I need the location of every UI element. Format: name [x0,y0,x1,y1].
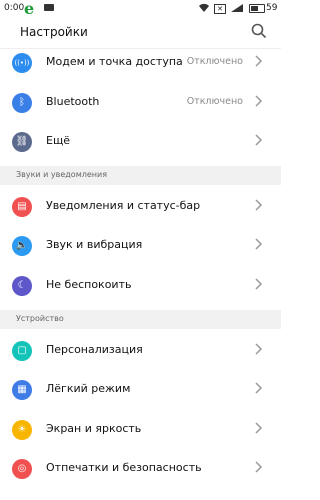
brightness-icon: ☀ [12,420,32,440]
chevron-right-icon [253,420,263,436]
settings-row-easy-mode[interactable]: ▦ Лёгкий режим [0,370,281,410]
personalization-icon: ▢ [12,341,32,361]
bluetooth-icon: ᛒ [12,93,32,113]
row-label: Отпечатки и безопасность [46,461,202,474]
battery-icon [249,4,265,13]
notifications-icon: ▤ [12,197,32,217]
chevron-right-icon [253,380,263,396]
chevron-right-icon [253,276,263,292]
settings-row-display[interactable]: ☀ Экран и яркость [0,410,281,450]
row-label: Не беспокоить [46,278,132,291]
chevron-right-icon [253,341,263,357]
settings-row-personalization[interactable]: ▢ Персонализация [0,331,281,371]
row-label: Модем и точка доступа [46,55,183,68]
e-logo-icon: e [24,0,35,18]
row-label: Экран и яркость [46,422,142,435]
chevron-right-icon [253,197,263,213]
battery-level: 59 [266,3,278,13]
settings-row-notifications[interactable]: ▤ Уведомления и статус-бар [0,187,281,227]
settings-row-bluetooth[interactable]: ᛒ Bluetooth Отключено [0,83,281,123]
status-bar: 0:00 e ✕ 59 [0,0,281,18]
page-title: Настройки [20,25,88,39]
settings-row-do-not-disturb[interactable]: ☾ Не беспокоить [0,266,281,306]
section-header-sounds: Звуки и уведомления [0,166,281,185]
chevron-right-icon [253,132,263,148]
hotspot-icon: ((•)) [12,53,32,73]
chevron-right-icon [253,459,263,475]
row-label: Ещё [46,134,71,147]
moon-icon: ☾ [12,276,32,296]
row-label: Персонализация [46,343,143,356]
chevron-right-icon [253,93,263,109]
sound-icon: 🔈 [12,236,32,256]
fingerprint-icon: ◎ [12,459,32,479]
easy-mode-icon: ▦ [12,380,32,400]
no-sim-icon: ✕ [214,4,226,14]
section-header-device: Устройство [0,310,281,329]
chevron-right-icon [253,236,263,252]
chevron-right-icon [253,53,263,69]
settings-row-fingerprint[interactable]: ◎ Отпечатки и безопасность [0,449,281,489]
row-label: Звук и вибрация [46,238,143,251]
row-status-value: Отключено [186,96,243,107]
wifi-icon [198,3,210,16]
mail-icon [44,4,54,11]
row-label: Уведомления и статус-бар [46,199,201,212]
signal-icon [230,3,244,16]
section-label: Устройство [16,314,64,323]
row-label: Bluetooth [46,95,100,108]
section-label: Звуки и уведомления [16,170,108,179]
row-status-value: Отключено [186,56,243,67]
settings-row-more[interactable]: ⛓ Ещё [0,122,281,162]
search-icon[interactable] [251,23,267,39]
row-label: Лёгкий режим [46,382,131,395]
settings-row-sound[interactable]: 🔈 Звук и вибрация [0,226,281,266]
status-time: 0:00 [4,3,25,13]
settings-row-hotspot[interactable]: ((•)) Модем и точка доступа Отключено [0,43,281,83]
link-icon: ⛓ [12,132,32,152]
